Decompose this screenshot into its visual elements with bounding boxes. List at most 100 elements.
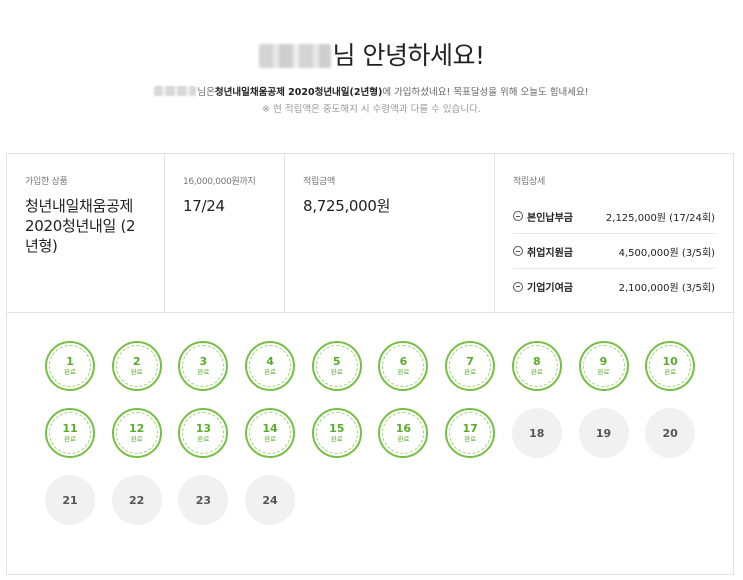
stamp-completed: 16 완료 xyxy=(378,408,429,458)
payment-stamps-panel: 1 완료 2 완료 3 완료 4 완료 5 완료 6 완료 7 완료 8 완료 9 완료 10 완료 11 완료 12 완료 1… xyxy=(6,313,734,575)
detail-row-self-payment[interactable]: 본인납부금 2,125,000원 (17/24회) xyxy=(513,199,715,234)
masked-user-name xyxy=(258,44,331,68)
amount-column: 적립금액 8,725,000원 xyxy=(285,154,495,312)
stamp-number: 19 xyxy=(595,426,612,440)
stamp-number: 2 xyxy=(132,354,141,368)
stamp-number: 14 xyxy=(262,421,278,435)
stamp-done-label: 완료 xyxy=(264,434,277,443)
count-value: 17/24 xyxy=(183,197,225,215)
stamp-number: 1 xyxy=(66,354,74,368)
detail-row-value: 4,500,000원 (3/5회) xyxy=(618,247,715,259)
greeting-sub-suffix: 에 가입하셨네요! 목표달성을 위해 오늘도 힘내세요! xyxy=(382,87,589,98)
stamp-number: 7 xyxy=(466,354,474,368)
stamp-completed: 12 완료 xyxy=(111,408,162,458)
circle-minus-icon[interactable] xyxy=(513,281,523,292)
product-label: 가입한 상품 xyxy=(25,177,68,187)
stamp-number: 11 xyxy=(62,421,78,435)
amount-value: 8,725,000원 xyxy=(303,197,391,215)
stamp-number: 17 xyxy=(462,421,478,435)
stamp-done-label: 완료 xyxy=(330,434,343,443)
detail-row-value: 2,100,000원 (3/5회) xyxy=(618,283,715,294)
stamp-done-label: 완료 xyxy=(530,367,543,376)
stamp-done-label: 완료 xyxy=(64,367,76,376)
stamp-pending: 20 xyxy=(645,408,696,458)
stamp-completed: 1 완료 xyxy=(45,341,95,391)
detail-column: 적립상세 본인납부금 2,125,000원 (17/24회) 취업지원금 4,5… xyxy=(495,154,733,312)
stamp-number: 23 xyxy=(195,493,212,507)
stamp-done-label: 완료 xyxy=(197,367,210,376)
stamp-number: 9 xyxy=(599,354,608,368)
stamp-done-label: 완료 xyxy=(397,434,410,443)
stamp-completed: 3 완료 xyxy=(178,341,229,391)
stamp-completed: 14 완료 xyxy=(245,408,296,458)
savings-summary: 가입한 상품 청년내일채움공제 2020청년내일 (2년형) 16,000,00… xyxy=(6,153,734,313)
greeting-title: 님 안녕하세요! xyxy=(258,38,485,74)
count-column: 16,000,000원까지 17/24 xyxy=(165,154,285,312)
stamp-done-label: 완료 xyxy=(464,367,477,376)
stamp-completed: 8 완료 xyxy=(511,341,562,391)
stamp-done-label: 완료 xyxy=(264,367,277,376)
detail-row-name: 기업기여금 xyxy=(527,283,573,294)
detail-row-employment-support[interactable]: 취업지원금 4,500,000원 (3/5회) xyxy=(513,234,715,269)
stamp-completed: 13 완료 xyxy=(178,408,229,458)
stamp-number: 18 xyxy=(529,426,545,440)
stamp-pending: 23 xyxy=(178,475,229,525)
detail-rows: 본인납부금 2,125,000원 (17/24회) 취업지원금 4,500,00… xyxy=(513,199,715,304)
greeting-product-name: 청년내일채움공제 2020청년내일(2년형) xyxy=(214,87,383,98)
detail-name: 취업지원금 xyxy=(513,244,573,259)
stamp-done-label: 완료 xyxy=(130,434,143,443)
stamp-number: 12 xyxy=(129,421,145,435)
stamps-grid: 1 완료 2 완료 3 완료 4 완료 5 완료 6 완료 7 완료 8 완료 9 완료 10 완료 11 완료 12 완료 1… xyxy=(45,341,696,525)
stamp-completed: 6 완료 xyxy=(378,341,429,391)
stamp-done-label: 완료 xyxy=(130,367,143,376)
stamp-completed: 4 완료 xyxy=(245,341,296,391)
stamp-number: 15 xyxy=(329,421,345,435)
greeting-sub-prefix: 님은 xyxy=(197,87,215,98)
stamp-done-label: 완료 xyxy=(464,434,477,443)
amount-label: 적립금액 xyxy=(303,177,335,187)
stamp-number: 8 xyxy=(532,354,541,368)
detail-row-company-contribution[interactable]: 기업기여금 2,100,000원 (3/5회) xyxy=(513,269,715,304)
stamp-pending: 18 xyxy=(511,408,562,458)
detail-row-name: 본인납부금 xyxy=(527,212,573,224)
stamp-completed: 15 완료 xyxy=(311,408,362,458)
stamp-number: 4 xyxy=(266,354,274,368)
stamp-number: 20 xyxy=(662,426,678,440)
product-column: 가입한 상품 청년내일채움공제 2020청년내일 (2년형) xyxy=(7,154,165,312)
masked-user-name-small xyxy=(154,86,197,96)
stamp-number: 16 xyxy=(395,421,412,435)
greeting-subtitle: 님은 청년내일채움공제 2020청년내일(2년형) 에 가입하셨네요! 목표달성을… xyxy=(0,84,743,98)
stamp-done-label: 완료 xyxy=(597,367,610,376)
stamp-number: 5 xyxy=(332,354,341,368)
circle-minus-icon[interactable] xyxy=(513,246,523,256)
greeting-title-suffix: 님 안녕하세요! xyxy=(332,41,485,70)
stamp-done-label: 완료 xyxy=(330,367,343,376)
stamp-done-label: 완료 xyxy=(197,434,210,443)
stamp-done-label: 완료 xyxy=(397,367,410,376)
balance-notice: ※ 현 적립액은 중도해지 시 수령액과 다를 수 있습니다. xyxy=(262,104,481,115)
stamp-number: 3 xyxy=(199,354,208,368)
detail-label: 적립상세 xyxy=(513,177,545,187)
stamp-completed: 9 완료 xyxy=(578,341,629,391)
stamp-completed: 5 완료 xyxy=(311,341,362,391)
stamp-completed: 2 완료 xyxy=(111,341,162,391)
product-value: 청년내일채움공제 2020청년내일 (2년형) xyxy=(25,197,136,255)
stamp-done-label: 완료 xyxy=(664,367,677,376)
stamp-completed: 11 완료 xyxy=(45,408,95,458)
stamp-number: 21 xyxy=(62,493,78,507)
stamp-pending: 21 xyxy=(45,475,95,525)
stamp-number: 24 xyxy=(262,493,278,507)
stamp-completed: 10 완료 xyxy=(645,341,696,391)
circle-minus-icon[interactable] xyxy=(513,211,523,221)
stamp-number: 10 xyxy=(662,354,678,368)
stamp-number: 13 xyxy=(195,421,212,435)
stamp-completed: 17 완료 xyxy=(445,408,496,458)
stamp-pending: 24 xyxy=(245,475,296,525)
detail-row-name: 취업지원금 xyxy=(527,247,573,259)
count-label: 16,000,000원까지 xyxy=(183,177,256,187)
detail-row-value: 2,125,000원 (17/24회) xyxy=(605,212,715,224)
stamp-completed: 7 완료 xyxy=(445,341,496,391)
stamp-pending: 22 xyxy=(111,475,162,525)
stamp-done-label: 완료 xyxy=(64,434,76,443)
detail-name: 기업기여금 xyxy=(513,279,573,294)
